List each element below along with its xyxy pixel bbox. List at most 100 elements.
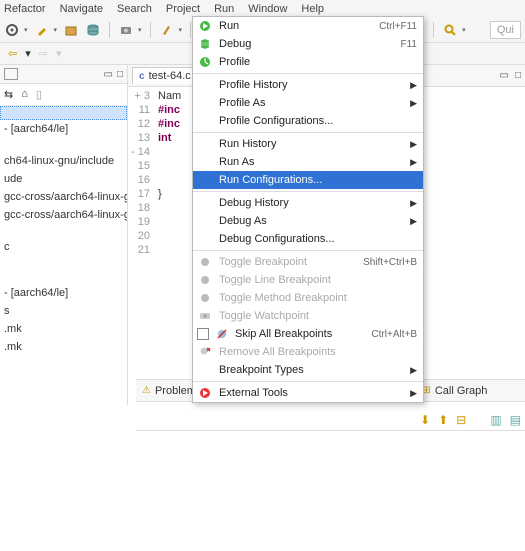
pin-icon[interactable]: ⊟ (456, 413, 466, 427)
view-tab-label: Call Graph (435, 385, 488, 397)
line-number[interactable]: - 14 (128, 145, 150, 159)
chevron-down-icon[interactable]: ▾ (54, 26, 58, 34)
menu-navigate[interactable]: Navigate (60, 3, 103, 15)
tree-item[interactable]: s (0, 302, 127, 320)
tree-item[interactable]: .mk (0, 338, 127, 356)
tree-item[interactable]: ch64-linux-gnu/include (0, 152, 127, 170)
tree-item[interactable]: c (0, 238, 127, 256)
tree-item[interactable]: gcc-cross/aarch64-linux-gnu (0, 206, 127, 224)
tools-icon (198, 386, 212, 400)
quick-access-input[interactable]: Qui (490, 21, 521, 39)
project-explorer[interactable]: ▭ □ ⇆ ⌂ ▯ - [aarch64/le] ch64-linux-gnu/i… (0, 65, 128, 405)
menu-search[interactable]: Search (117, 3, 152, 15)
menu-item-profile-configurations[interactable]: Profile Configurations... (193, 112, 423, 130)
rem-icon (198, 345, 212, 359)
chevron-down-icon[interactable]: ▾ (462, 26, 466, 34)
shortcut-label: F11 (401, 39, 418, 50)
menu-item-skip-all-breakpoints[interactable]: Skip All BreakpointsCtrl+Alt+B (193, 325, 423, 343)
chevron-down-icon[interactable]: ▾ (25, 47, 31, 60)
menu-item-profile-as[interactable]: Profile As▶ (193, 94, 423, 112)
maximize-icon[interactable]: □ (515, 70, 521, 81)
line-number[interactable]: 15 (128, 159, 150, 173)
gear-icon[interactable] (4, 22, 20, 38)
menu-refactor[interactable]: Refactor (4, 3, 46, 15)
tree-item[interactable] (0, 224, 127, 238)
editor-tab[interactable]: c test-64.c (132, 67, 198, 84)
menu-item-label: Run (219, 20, 239, 32)
chevron-down-icon[interactable]: ▾ (179, 26, 183, 34)
menu-help[interactable]: Help (301, 3, 324, 15)
submenu-arrow-icon: ▶ (410, 139, 417, 150)
chevron-down-icon[interactable]: ▾ (24, 26, 28, 34)
menu-item-run-history[interactable]: Run History ▶ (193, 135, 423, 153)
search-icon[interactable] (442, 22, 458, 38)
line-number[interactable]: 12 (128, 117, 150, 131)
line-number[interactable]: 13 (128, 131, 150, 145)
open-console-icon[interactable]: ▤ (510, 413, 521, 427)
maximize-icon[interactable]: □ (117, 69, 123, 80)
menu-item-breakpoint-types[interactable]: Breakpoint Types▶ (193, 361, 423, 379)
display-icon[interactable]: ▥ (490, 413, 501, 427)
package-icon[interactable] (63, 22, 79, 38)
c-file-icon: c (139, 71, 145, 82)
line-number[interactable]: 16 (128, 173, 150, 187)
submenu-arrow-icon: ▶ (410, 365, 417, 376)
tree-item[interactable]: - [aarch64/le] (0, 120, 127, 138)
menu-item-debug-as[interactable]: Debug As▶ (193, 212, 423, 230)
line-number[interactable]: 19 (128, 215, 150, 229)
menu-item-run[interactable]: RunCtrl+F11 (193, 17, 423, 35)
line-number[interactable]: + 3 (128, 89, 150, 103)
menu-item-label: Run History (219, 138, 276, 150)
menu-item-debug-configurations[interactable]: Debug Configurations... (193, 230, 423, 248)
menu-item-label: Debug As (219, 215, 267, 227)
tree-item[interactable] (0, 270, 127, 284)
tree-item[interactable] (0, 256, 127, 270)
menu-item-external-tools[interactable]: External Tools▶ (193, 384, 423, 402)
tree-item[interactable]: - [aarch64/le] (0, 284, 127, 302)
menu-item-run-as[interactable]: Run As▶ (193, 153, 423, 171)
menu-item-label: Debug History (219, 197, 289, 209)
back-icon[interactable]: ⇦ (8, 47, 17, 60)
checkbox-icon[interactable] (197, 328, 209, 340)
import-icon[interactable]: ⬆ (438, 413, 448, 427)
view-tab-call-graph[interactable]: ⊞Call Graph (422, 385, 487, 397)
camera-icon[interactable] (118, 22, 134, 38)
menu-item-label: Profile As (219, 97, 265, 109)
line-number[interactable]: 18 (128, 201, 150, 215)
filter-icon[interactable]: ▯ (36, 88, 42, 101)
menu-item-label: Toggle Method Breakpoint (219, 292, 347, 304)
view-tab-icon[interactable] (4, 68, 18, 80)
line-number[interactable]: 11 (128, 103, 150, 117)
menu-item-label: Remove All Breakpoints (219, 346, 336, 358)
menu-item-debug[interactable]: DebugF11 (193, 35, 423, 53)
separator (433, 22, 434, 38)
tree-item[interactable]: .mk (0, 320, 127, 338)
tree-item[interactable]: ude (0, 170, 127, 188)
minimize-icon[interactable]: ▭ (104, 69, 113, 80)
menu-item-debug-history[interactable]: Debug History▶ (193, 194, 423, 212)
build-icon[interactable] (159, 22, 175, 38)
menu-item-profile[interactable]: Profile (193, 53, 423, 71)
menu-project[interactable]: Project (166, 3, 200, 15)
menu-item-run-configurations[interactable]: Run Configurations... (193, 171, 423, 189)
line-number[interactable]: 21 (128, 243, 150, 257)
line-number[interactable]: 20 (128, 229, 150, 243)
menu-item-label: Profile (219, 56, 250, 68)
export-icon[interactable]: ⬇ (420, 413, 430, 427)
tree-item[interactable]: gcc-cross/aarch64-linux-gnu (0, 188, 127, 206)
collapse-all-icon[interactable]: ⇆ (4, 88, 13, 101)
chevron-down-icon[interactable]: ▾ (138, 26, 142, 34)
database-icon[interactable] (85, 22, 101, 38)
line-number[interactable]: 17 (128, 187, 150, 201)
home-icon[interactable]: ⌂ (21, 88, 28, 101)
menu-item-label: Toggle Line Breakpoint (219, 274, 331, 286)
menu-window[interactable]: Window (248, 3, 287, 15)
tree-item[interactable] (0, 106, 127, 120)
menu-item-label: Profile History (219, 79, 287, 91)
tree-item[interactable] (0, 138, 127, 152)
menu-item-toggle-method-breakpoint: Toggle Method Breakpoint (193, 289, 423, 307)
wrench-icon[interactable] (34, 22, 50, 38)
menu-item-profile-history[interactable]: Profile History▶ (193, 76, 423, 94)
minimize-icon[interactable]: ▭ (500, 70, 509, 81)
menu-run[interactable]: Run (214, 3, 234, 15)
